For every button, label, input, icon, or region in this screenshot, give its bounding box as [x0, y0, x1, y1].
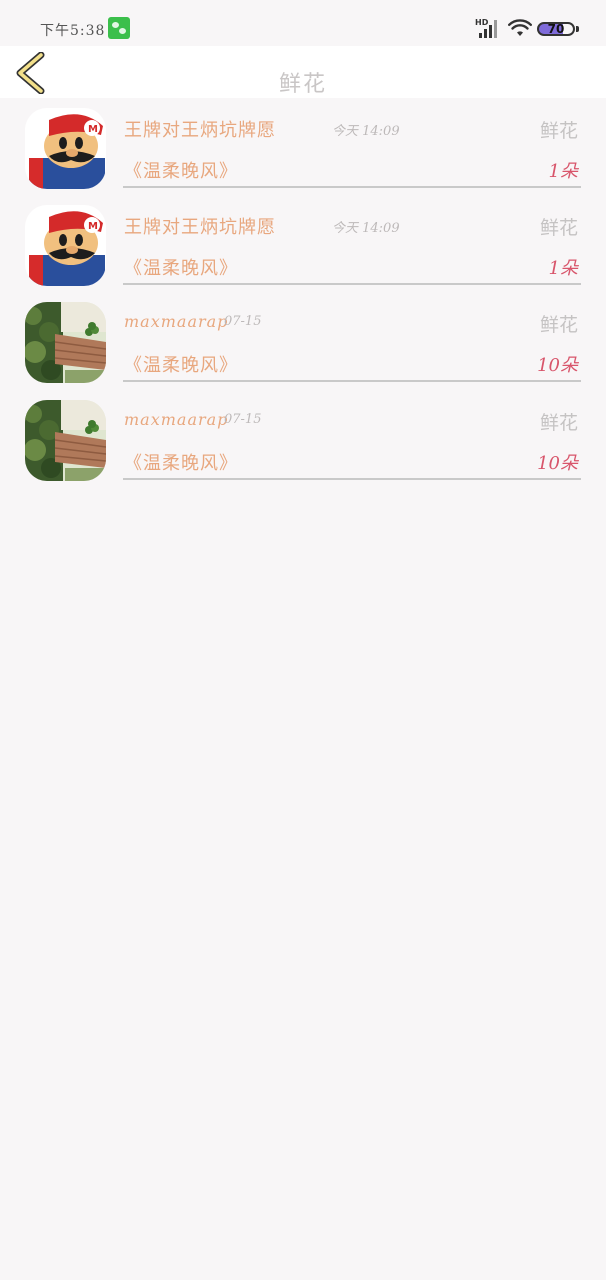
- send-time: 今天 14:09: [332, 124, 400, 139]
- plant-avatar[interactable]: [25, 302, 106, 383]
- divider: [123, 380, 581, 382]
- divider: [123, 186, 581, 188]
- gift-work-title: 《温柔晚风》: [124, 355, 238, 376]
- gift-count: 1朵: [548, 161, 578, 182]
- divider: [123, 283, 581, 285]
- nav-bar: 鲜花: [0, 46, 606, 98]
- svg-text:M: M: [88, 221, 98, 232]
- list-item[interactable]: M 王牌对王炳坑牌愿 今天 14:09 鲜花 《温柔晚风》 1朵: [0, 98, 606, 194]
- gift-type: 鲜花: [539, 314, 578, 336]
- wechat-notification-icon: [108, 17, 130, 39]
- sender-name: maxmaarap: [124, 410, 229, 429]
- list-item[interactable]: maxmaarap 07-15 鲜花 《温柔晚风》 10朵: [0, 390, 606, 486]
- battery-level: 70: [547, 22, 565, 36]
- gift-count: 10朵: [537, 453, 578, 474]
- sender-name: maxmaarap: [124, 312, 229, 331]
- send-time: 今天 14:09: [332, 221, 400, 236]
- gift-type: 鲜花: [539, 412, 578, 434]
- send-time: 07-15: [224, 314, 262, 329]
- status-time: 下午5:38: [40, 23, 106, 39]
- gift-count: 1朵: [548, 258, 578, 279]
- gift-count: 10朵: [537, 355, 578, 376]
- mario-avatar[interactable]: M: [25, 108, 106, 189]
- mario-avatar[interactable]: M: [25, 205, 106, 286]
- plant-avatar[interactable]: [25, 400, 106, 481]
- gift-type: 鲜花: [539, 120, 578, 142]
- gift-type: 鲜花: [539, 217, 578, 239]
- sender-name: 王牌对王炳坑牌愿: [124, 120, 276, 141]
- list-item[interactable]: M 王牌对王炳坑牌愿 今天 14:09 鲜花 《温柔晚风》 1朵: [0, 195, 606, 291]
- network-label: HD: [475, 18, 489, 27]
- page-title: 鲜花: [278, 72, 327, 97]
- gift-work-title: 《温柔晚风》: [124, 161, 238, 182]
- status-bar: 下午5:38 HD 70: [0, 0, 606, 46]
- wifi-icon: [508, 19, 532, 36]
- gift-work-title: 《温柔晚风》: [124, 453, 238, 474]
- send-time: 07-15: [224, 412, 262, 427]
- sender-name: 王牌对王炳坑牌愿: [124, 217, 276, 238]
- list-item[interactable]: maxmaarap 07-15 鲜花 《温柔晚风》 10朵: [0, 292, 606, 388]
- svg-text:M: M: [88, 124, 98, 135]
- gift-work-title: 《温柔晚风》: [124, 258, 238, 279]
- battery-icon: 70: [537, 22, 575, 36]
- divider: [123, 478, 581, 480]
- battery-cap: [576, 26, 579, 32]
- signal-icon: HD: [475, 18, 497, 38]
